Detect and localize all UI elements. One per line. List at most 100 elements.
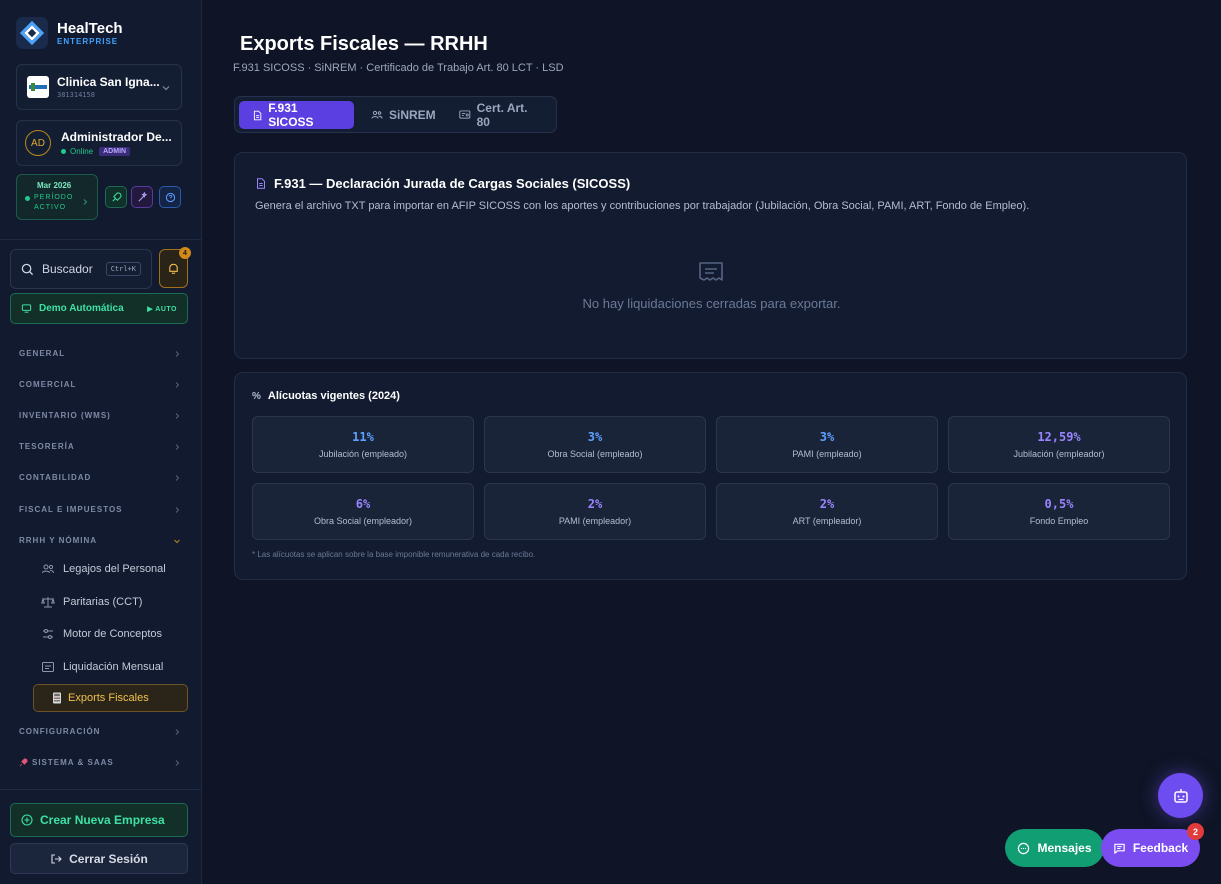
rate-card: 2% PAMI (empleador) (484, 483, 706, 540)
rate-label: Jubilación (empleador) (1013, 449, 1105, 459)
tab-f931-sicoss[interactable]: F.931 SICOSS (239, 101, 354, 129)
user-status-label: Online (70, 147, 94, 156)
rate-card: 0,5% Fondo Empleo (948, 483, 1170, 540)
rate-card: 3% Obra Social (empleado) (484, 416, 706, 473)
help-icon (165, 192, 175, 202)
brand-name: HealTech (57, 20, 123, 37)
tab-cert-art-80[interactable]: Cert. Art. 80 (445, 101, 556, 129)
tab-label: F.931 SICOSS (268, 101, 314, 129)
rocket-icon (111, 191, 122, 202)
user-name: Administrador De... (61, 130, 172, 144)
nav-item-liquidacion[interactable]: Liquidación Mensual (41, 661, 163, 673)
rates-title: % Alícuotas vigentes (2024) (252, 390, 400, 402)
period-status: PERÍODO ACTIVO (25, 193, 83, 213)
chevron-down-icon (174, 539, 180, 543)
search-shortcut: Ctrl+K (105, 262, 141, 276)
nav-section-label: COMERCIAL (19, 380, 77, 389)
rate-value: 11% (352, 430, 374, 444)
brand-tier: ENTERPRISE (57, 37, 119, 46)
chevron-right-icon (81, 193, 89, 211)
company-id: 381314158 (57, 91, 95, 99)
search-box[interactable]: Buscador Ctrl+K (10, 249, 152, 289)
f931-description: Genera el archivo TXT para importar en A… (255, 200, 1030, 212)
rate-label: PAMI (empleado) (792, 449, 862, 459)
rate-card: 2% ART (empleador) (716, 483, 938, 540)
online-dot-icon (61, 149, 66, 154)
ai-assistant-button[interactable] (1158, 773, 1203, 818)
chevron-down-icon (161, 80, 171, 98)
chevron-right-icon (175, 350, 180, 357)
brand-logo-icon (16, 17, 48, 49)
notifications-button[interactable]: 4 (159, 247, 191, 288)
robot-icon (1173, 788, 1188, 803)
feedback-button[interactable]: Feedback 2 (1101, 823, 1204, 867)
period-status-label: PERÍODO ACTIVO (34, 194, 74, 211)
demo-mode-button[interactable]: Demo Automática ▶ AUTO (10, 293, 188, 324)
nav-item-legajos[interactable]: Legajos del Personal (41, 563, 166, 575)
search-label: Buscador (42, 262, 93, 276)
user-status: Online ADMIN (61, 147, 172, 156)
user-card[interactable]: AD Administrador De... Online ADMIN (16, 120, 182, 166)
rate-label: ART (empleador) (792, 516, 862, 526)
messages-button[interactable]: Mensajes (1005, 829, 1104, 867)
wand-icon (137, 191, 147, 202)
create-company-button[interactable]: Crear Nueva Empresa (10, 803, 188, 837)
nav-section-label: CONFIGURACIÓN (19, 727, 101, 736)
nav-section-label: SISTEMA & SAAS (32, 758, 114, 767)
rates-note: * Las alícuotas se aplican sobre la base… (252, 550, 536, 559)
company-selector[interactable]: Clinica San Igna... 381314158 (16, 64, 182, 110)
nav-section-sistema[interactable]: SISTEMA & SAAS (19, 758, 181, 767)
feedback-icon (1114, 843, 1125, 854)
calculator-icon (53, 692, 61, 704)
rocket-button[interactable] (105, 186, 127, 208)
rate-value: 2% (587, 497, 603, 511)
document-icon (257, 178, 265, 189)
search-icon (21, 263, 34, 275)
brand[interactable]: HealTech ENTERPRISE (16, 17, 123, 49)
create-company-label: Crear Nueva Empresa (40, 813, 165, 827)
period-selector[interactable]: Mar 2026 PERÍODO ACTIVO (16, 174, 98, 220)
page-subtitle: F.931 SICOSS · SiNREM · Certificado de T… (233, 62, 564, 74)
receipt-icon (698, 261, 724, 290)
period-dot-icon (25, 196, 30, 201)
tab-sinrem[interactable]: SiNREM (357, 101, 450, 129)
nav-item-label: Legajos del Personal (63, 563, 166, 575)
chevron-right-icon (175, 381, 180, 388)
logout-button[interactable]: Cerrar Sesión (10, 843, 188, 874)
nav-item-conceptos[interactable]: Motor de Conceptos (41, 628, 162, 640)
nav-section-general[interactable]: GENERAL (19, 349, 181, 358)
nav-section-comercial[interactable]: COMERCIAL (19, 380, 181, 389)
chevron-right-icon (175, 474, 180, 481)
nav-item-label: Motor de Conceptos (63, 628, 163, 640)
rate-card: 11% Jubilación (empleado) (252, 416, 474, 473)
nav-section-inventario[interactable]: INVENTARIO (WMS) (19, 411, 181, 420)
rocket-icon (19, 758, 28, 767)
rate-value: 6% (355, 497, 371, 511)
nav-section-label: TESORERÍA (19, 442, 75, 451)
company-name: Clinica San Igna... (57, 75, 160, 89)
nav-item-exports-fiscales[interactable]: Exports Fiscales (33, 684, 188, 712)
page-title: Exports Fiscales — RRHH (240, 33, 488, 55)
empty-state-message: No hay liquidaciones cerradas para expor… (582, 296, 841, 311)
chat-icon (1018, 842, 1030, 854)
nav-section-contabilidad[interactable]: CONTABILIDAD (19, 473, 181, 482)
nav-section-tesoreria[interactable]: TESORERÍA (19, 442, 181, 451)
plus-circle-icon (21, 814, 33, 826)
document-icon (253, 110, 262, 120)
nav-item-label: Paritarias (CCT) (63, 596, 143, 608)
f931-title: F.931 — Declaración Jurada de Cargas Soc… (256, 176, 630, 191)
nav-section-configuracion[interactable]: CONFIGURACIÓN (19, 727, 181, 736)
help-button[interactable] (159, 186, 181, 208)
period-month: Mar 2026 (37, 181, 72, 190)
demo-label: Demo Automática (39, 303, 124, 314)
f931-panel: F.931 — Declaración Jurada de Cargas Soc… (234, 152, 1187, 359)
nav-section-label: INVENTARIO (WMS) (19, 411, 111, 420)
magic-button[interactable] (131, 186, 153, 208)
nav-section-fiscal[interactable]: FISCAL E IMPUESTOS (19, 505, 181, 514)
divider (0, 239, 202, 240)
nav-section-label: GENERAL (19, 349, 66, 358)
messages-label: Mensajes (1037, 841, 1092, 855)
users-icon (42, 564, 54, 574)
nav-item-paritarias[interactable]: Paritarias (CCT) (41, 596, 142, 608)
nav-section-rrhh[interactable]: RRHH Y NÓMINA (19, 536, 181, 545)
